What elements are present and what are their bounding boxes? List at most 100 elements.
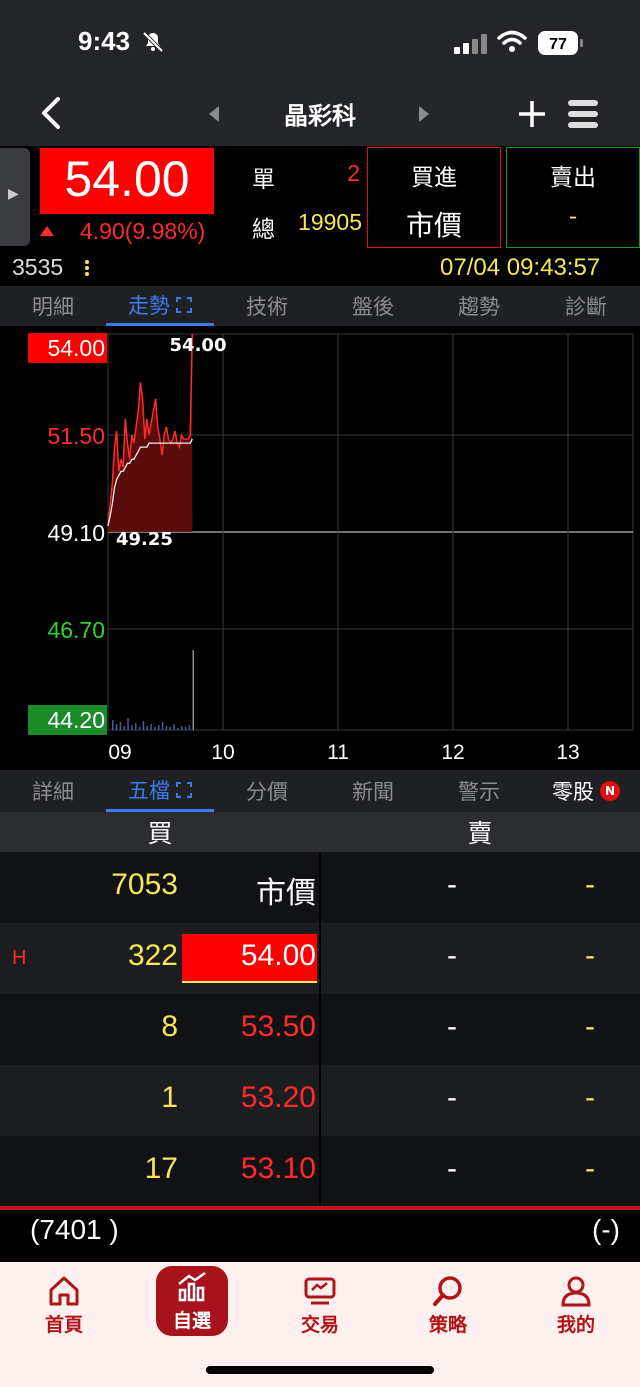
signal-icon bbox=[454, 34, 487, 54]
volume-bar bbox=[112, 720, 114, 730]
tab-odd-lot[interactable]: 零股 N bbox=[532, 770, 640, 812]
y-tick-label: 54.00 bbox=[47, 335, 105, 361]
sell-price: - bbox=[568, 204, 578, 230]
quote-datetime: 07/04 09:43:57 bbox=[440, 254, 601, 281]
add-watchlist-icon[interactable] bbox=[516, 98, 548, 130]
y-tick-label: 44.20 bbox=[47, 707, 105, 733]
home-icon bbox=[49, 1276, 79, 1306]
x-tick-label: 12 bbox=[441, 741, 464, 764]
bid-price: 53.50 bbox=[240, 1010, 316, 1043]
bid-volume: 7053 bbox=[111, 868, 178, 901]
volume-bar bbox=[158, 725, 160, 730]
volume-bar bbox=[127, 718, 129, 730]
ask-price: - bbox=[447, 939, 457, 972]
side-panel-handle[interactable]: ▶ bbox=[0, 148, 30, 246]
volume-bar bbox=[150, 724, 152, 730]
last-price: 54.00 bbox=[64, 151, 190, 207]
volume-bar bbox=[169, 727, 171, 730]
ask-price: - bbox=[447, 1152, 457, 1185]
volume-bar bbox=[165, 726, 168, 730]
menu-icon[interactable] bbox=[566, 98, 600, 130]
single-volume-label: 單 bbox=[252, 167, 275, 193]
tab-details[interactable]: 詳細 bbox=[0, 770, 106, 812]
home-indicator bbox=[206, 1366, 434, 1374]
volume-bar bbox=[181, 726, 183, 730]
trade-icon bbox=[304, 1277, 336, 1305]
wifi-icon bbox=[497, 30, 527, 52]
ask-volume: - bbox=[585, 868, 595, 901]
volume-bar bbox=[146, 726, 148, 730]
price-change: 4.90(9.98%) bbox=[80, 218, 206, 244]
tab-technical[interactable]: 技術 bbox=[214, 286, 320, 326]
buy-price: 市價 bbox=[405, 209, 462, 242]
tab-alerts[interactable]: 警示 bbox=[426, 770, 532, 812]
volume-bar bbox=[161, 722, 164, 730]
battery-icon: 77 bbox=[538, 31, 584, 55]
prev-stock-icon[interactable] bbox=[208, 106, 220, 122]
ask-volume: - bbox=[585, 1010, 595, 1043]
stock-code[interactable]: 3535 bbox=[12, 254, 63, 281]
low-value-label: 49.25 bbox=[116, 529, 173, 550]
tab-trend[interactable]: 走勢 bbox=[106, 286, 214, 326]
volume-bar bbox=[192, 650, 194, 730]
nav-trade[interactable]: 交易 bbox=[270, 1268, 370, 1344]
buy-label: 買進 bbox=[411, 165, 457, 191]
volume-bar bbox=[154, 727, 156, 730]
expand-arrow-icon: ▶ bbox=[8, 186, 19, 202]
bid-volume: 322 bbox=[127, 939, 178, 972]
intraday-chart-svg: 54.00 51.50 49.10 46.70 44.2009 10 11 12 13 54.00… bbox=[28, 333, 634, 764]
bid-volume: 1 bbox=[161, 1081, 178, 1114]
tab-detail[interactable]: 明細 bbox=[0, 286, 106, 326]
ask-price: - bbox=[447, 1010, 457, 1043]
volume-bar bbox=[177, 728, 179, 730]
bid-price: 53.10 bbox=[240, 1152, 316, 1185]
chart-icon bbox=[178, 1271, 206, 1302]
battery-level: 77 bbox=[549, 36, 567, 53]
x-tick-label: 09 bbox=[108, 741, 131, 764]
volume-bar bbox=[131, 725, 133, 730]
ask-header: 賣 bbox=[467, 819, 493, 848]
expand-icon[interactable] bbox=[176, 781, 192, 798]
bid-price: 54.00 bbox=[240, 939, 316, 972]
tab-news[interactable]: 新聞 bbox=[320, 770, 426, 812]
chart-tabs: 明細 走勢 技術 盤後 趨勢 診斷 bbox=[0, 286, 640, 326]
detail-tabs: 詳細 五檔 分價 新聞 警示 零股 N bbox=[0, 770, 640, 812]
volume-bar bbox=[188, 725, 191, 730]
user-icon bbox=[561, 1276, 591, 1307]
x-tick-label: 13 bbox=[556, 741, 579, 764]
expand-icon[interactable] bbox=[176, 296, 192, 313]
ask-price: - bbox=[447, 868, 457, 901]
high-marker: H bbox=[12, 947, 27, 969]
total-volume-label: 總 bbox=[252, 217, 275, 243]
total-volume: 19905 bbox=[298, 209, 362, 235]
bell-muted-icon bbox=[142, 31, 164, 53]
tab-five-levels[interactable]: 五檔 bbox=[106, 770, 214, 812]
nav-home[interactable]: 首頁 bbox=[14, 1268, 114, 1344]
volume-bar bbox=[173, 724, 175, 730]
nav-watchlist[interactable]: 自選 bbox=[156, 1266, 228, 1336]
y-tick-label: 46.70 bbox=[47, 617, 105, 643]
volume-bar bbox=[184, 727, 187, 730]
tab-price-volume[interactable]: 分價 bbox=[214, 770, 320, 812]
y-tick-label: 49.10 bbox=[47, 520, 105, 546]
up-arrow-icon bbox=[40, 226, 54, 236]
tab-tendency[interactable]: 趨勢 bbox=[426, 286, 532, 326]
high-value-label: 54.00 bbox=[170, 335, 227, 356]
bid-header: 買 bbox=[147, 819, 173, 848]
status-time: 9:43 bbox=[78, 26, 131, 56]
next-stock-icon[interactable] bbox=[418, 106, 430, 122]
sell-label: 賣出 bbox=[550, 165, 596, 191]
ask-volume: - bbox=[585, 1152, 595, 1185]
more-dots-icon[interactable] bbox=[84, 258, 90, 278]
ask-total: (-) bbox=[592, 1214, 620, 1245]
volume-bar bbox=[138, 727, 141, 730]
tab-after-hours[interactable]: 盤後 bbox=[320, 286, 426, 326]
nav-strategy[interactable]: 策略 bbox=[398, 1268, 498, 1344]
search-icon bbox=[433, 1276, 462, 1306]
tab-diagnosis[interactable]: 診斷 bbox=[532, 286, 640, 326]
stock-name: 晶彩科 bbox=[284, 102, 356, 130]
nav-profile[interactable]: 我的 bbox=[526, 1268, 626, 1344]
bid-total: (7401 ) bbox=[30, 1214, 119, 1245]
back-icon[interactable] bbox=[36, 96, 64, 130]
volume-bar bbox=[135, 723, 137, 730]
